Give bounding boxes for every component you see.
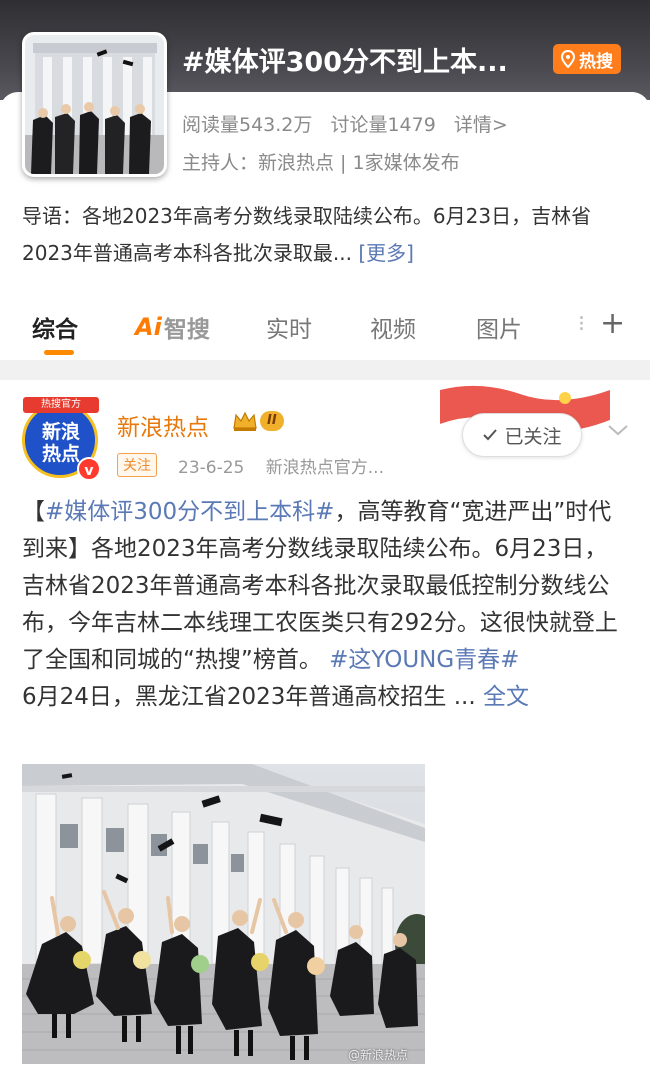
lead-bracket: 【 — [22, 499, 45, 525]
post-photo[interactable] — [22, 764, 425, 1064]
photo-watermark: @新浪热点 — [348, 1048, 409, 1062]
vip-badge[interactable]: II — [232, 410, 284, 432]
post-text-continued: 6月24日，黑龙江省2023年普通高校招生 ... — [22, 684, 483, 710]
tab-video[interactable]: 视频 — [370, 310, 416, 344]
hot-badge-label: 热搜 — [579, 51, 613, 72]
followed-label: 已关注 — [504, 425, 562, 448]
topic-header: #媒体评300分不到上本... 热搜 阅读量543.2万 讨论量1479 详情>… — [0, 0, 650, 360]
avatar[interactable]: 热搜官方 新浪 热点 v — [22, 397, 101, 481]
discussion-count: 讨论量1479 — [330, 114, 436, 136]
check-icon — [483, 429, 498, 441]
location-pin-icon — [561, 50, 575, 68]
avatar-line-1: 新浪 — [41, 421, 80, 443]
tab-ai-search[interactable]: Ai 智搜 — [135, 310, 210, 344]
verified-icon: v — [77, 457, 101, 481]
chevron-down-icon[interactable] — [606, 420, 630, 440]
ai-search-label: 智搜 — [163, 317, 210, 343]
read-count: 阅读量543.2万 — [182, 114, 313, 136]
more-tabs-icon[interactable]: ⁝ — [578, 312, 585, 337]
intro-text: 导语：各地2023年高考分数线录取陆续公布。6月23日，吉林省2023年普通高考… — [22, 204, 592, 265]
post-meta: 23-6-25 新浪热点官方... — [178, 453, 400, 478]
post-text-main: ，高等教育“宽进严出”时代到来】各地2023年高考分数线录取陆续公布。6月23日… — [22, 499, 618, 673]
hot-search-badge[interactable]: 热搜 — [553, 44, 621, 74]
graduation-photo — [22, 764, 425, 1064]
avatar-banner: 热搜官方 — [23, 397, 99, 413]
details-link[interactable]: 详情> — [454, 114, 508, 136]
post-source: 新浪热点官方... — [265, 458, 384, 478]
weibo-post: 热搜官方 新浪 热点 v 新浪热点 II 关注 23-6-25 新浪热点官方..… — [0, 380, 650, 1083]
tab-images[interactable]: 图片 — [476, 310, 522, 344]
topic-stats: 阅读量543.2万 讨论量1479 详情> — [182, 110, 520, 137]
full-text-link[interactable]: 全文 — [483, 684, 529, 710]
topic-intro: 导语：各地2023年高考分数线录取陆续公布。6月23日，吉林省2023年普通高考… — [22, 198, 632, 272]
topic-thumbnail[interactable] — [22, 32, 167, 177]
crown-icon — [233, 411, 257, 431]
ai-logo-icon: Ai — [135, 313, 162, 341]
tab-bar: 综合 Ai 智搜 实时 视频 图片 ⁝ + — [0, 300, 650, 356]
active-tab-indicator — [44, 350, 74, 355]
graduation-photo-thumb — [25, 35, 164, 174]
follow-tag: 关注 — [117, 453, 157, 477]
username[interactable]: 新浪热点 — [117, 408, 209, 442]
post-body: 【#媒体评300分不到上本科#，高等教育“宽进严出”时代到来】各地2023年高考… — [22, 494, 630, 716]
topic-link-media-review[interactable]: #媒体评300分不到上本科# — [45, 499, 334, 525]
tab-comprehensive[interactable]: 综合 — [32, 310, 78, 344]
followed-button[interactable]: 已关注 — [462, 413, 582, 457]
tab-realtime[interactable]: 实时 — [266, 310, 312, 344]
topic-host: 主持人：新浪热点 | 1家媒体发布 — [182, 152, 460, 174]
add-tab-icon[interactable]: + — [600, 306, 625, 341]
post-date: 23-6-25 — [178, 458, 245, 478]
topic-link-young[interactable]: #这YOUNG青春# — [329, 647, 519, 673]
topic-title: #媒体评300分不到上本... — [182, 47, 508, 78]
vip-level: II — [260, 411, 284, 431]
more-link[interactable]: [更多] — [358, 241, 414, 265]
